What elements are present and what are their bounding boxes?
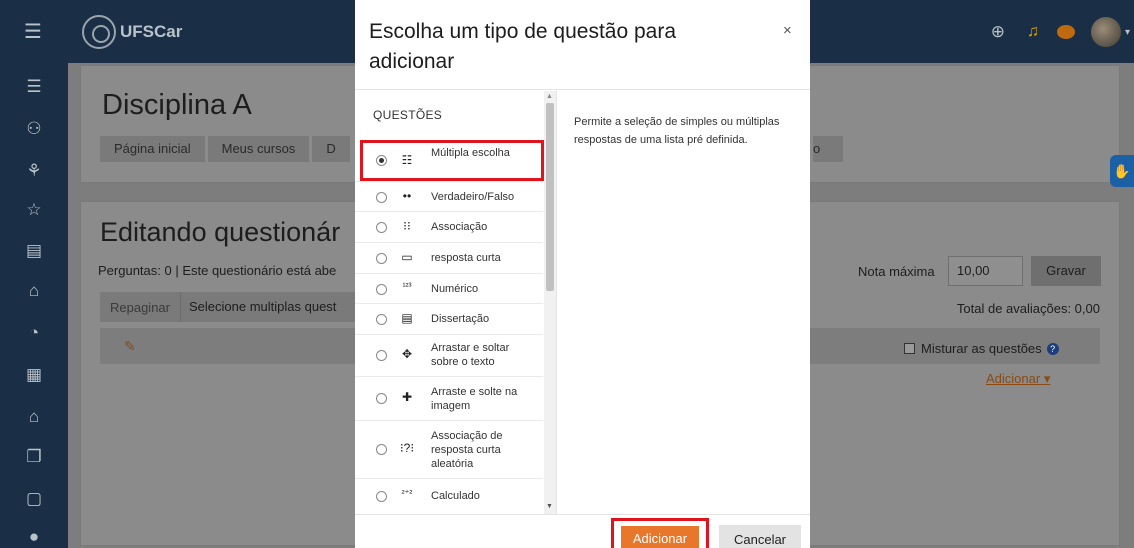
accessibility-icon[interactable]: ●	[0, 527, 68, 547]
max-grade-input[interactable]: 10,00	[948, 256, 1023, 286]
scrollbar-thumb[interactable]	[546, 103, 554, 291]
total-grade: Total de avaliações: 0,00	[956, 301, 1100, 316]
dots-icon: ••	[402, 189, 412, 203]
scroll-up-icon[interactable]: ▲	[546, 93, 553, 100]
calendar-icon[interactable]: ▦	[0, 365, 68, 385]
list-item[interactable]: ✚ Arraste e solte na imagem	[355, 376, 543, 420]
breadcrumb: Página inicial Meus cursos D	[100, 136, 353, 162]
ufscar-logo-icon	[82, 15, 116, 49]
shuffle-option: Misturar as questões ?	[904, 341, 1059, 356]
users-icon[interactable]: ⚇	[0, 119, 68, 139]
clipboard-icon[interactable]: ▢	[0, 489, 68, 509]
files-icon[interactable]: ❐	[0, 447, 68, 467]
short-answer-icon: ▭	[401, 250, 413, 264]
list-item[interactable]: ⁝?⁝ Associação de resposta curta aleatór…	[355, 420, 543, 478]
quiz-summary: Perguntas: 0 | Este questionário está ab…	[98, 263, 337, 278]
repaginate-button[interactable]: Repaginar	[100, 300, 180, 315]
question-type-list: QUESTÕES ☷ Múltipla escolha •• Verdadeir…	[355, 91, 557, 514]
radio-true-false[interactable]	[376, 192, 387, 203]
breadcrumb-item[interactable]: o	[813, 136, 843, 162]
essay-icon: ▤	[401, 311, 413, 325]
course-title: Disciplina A	[102, 89, 252, 121]
question-type-label: Verdadeiro/Falso	[431, 191, 515, 203]
question-type-modal: Escolha um tipo de questão para adiciona…	[355, 0, 810, 548]
radio-drag-drop-text[interactable]	[376, 350, 387, 361]
list-item[interactable]: ▭ resposta curta	[355, 242, 543, 273]
radio-calculated[interactable]	[376, 491, 387, 502]
brand-name: UFSCar	[120, 22, 183, 41]
badge-icon[interactable]: ⚘	[0, 161, 68, 181]
navbar-actions: ⊕ ♫ ▾	[991, 14, 1134, 50]
list-item[interactable]: ✥ Arrastar e soltar sobre o texto	[355, 334, 543, 376]
radio-random-short-answer[interactable]	[376, 444, 387, 455]
question-type-label: Arraste e solte na imagem	[431, 386, 518, 412]
close-icon[interactable]: ×	[783, 22, 792, 39]
modal-header: Escolha um tipo de questão para adiciona…	[355, 0, 810, 90]
star-icon[interactable]: ☆	[0, 200, 68, 220]
question-type-label: resposta curta	[431, 252, 501, 264]
hamburger-icon[interactable]: ☰	[24, 22, 42, 42]
left-sidebar: ☰ ⚇ ⚘ ☆ ▤ ⌂ ◔ ▦ ⌂ ❐ ▢ ●	[0, 63, 68, 548]
select-multiple-button[interactable]: Selecione multiplas quest	[180, 292, 336, 322]
move-icon: ✥	[401, 347, 413, 361]
question-type-label: Numérico	[431, 283, 479, 295]
max-grade-label: Nota máxima	[858, 264, 935, 279]
dashboard-icon[interactable]: ◔	[0, 323, 68, 343]
bell-icon[interactable]: ♫	[1027, 23, 1039, 41]
scroll-down-icon[interactable]: ▼	[546, 503, 553, 510]
add-button[interactable]: Adicionar	[621, 526, 699, 548]
chat-icon[interactable]	[1056, 25, 1075, 39]
save-button[interactable]: Gravar	[1031, 256, 1101, 286]
breadcrumb-item[interactable]: Meus cursos	[207, 136, 310, 162]
breadcrumb-item[interactable]: D	[312, 136, 350, 162]
shuffle-checkbox[interactable]	[904, 343, 915, 354]
calculated-icon: ²⁺²	[401, 488, 413, 498]
graduation-icon[interactable]: ⌂	[0, 407, 68, 427]
globe-icon[interactable]: ⊕	[991, 22, 1005, 42]
avatar[interactable]	[1090, 17, 1121, 47]
list-item[interactable]: ▤ Dissertação	[355, 303, 543, 334]
help-icon[interactable]: ?	[1046, 342, 1059, 355]
radio-essay[interactable]	[376, 314, 387, 325]
list-item[interactable]: ⁝⁝ Associação	[355, 211, 543, 242]
home-icon[interactable]: ⌂	[0, 281, 68, 301]
plus-icon: ✚	[401, 390, 413, 404]
book-icon[interactable]: ▤	[0, 241, 68, 261]
add-dropdown-link[interactable]: Adicionar ▾	[986, 371, 1050, 387]
radio-drag-drop-image[interactable]	[376, 393, 387, 404]
question-type-description: Permite a seleção de simples ou múltipla…	[574, 116, 780, 146]
section-header: QUESTÕES	[373, 108, 443, 122]
pencil-icon[interactable]: ✎	[124, 338, 136, 355]
modal-title: Escolha um tipo de questão para adiciona…	[369, 20, 677, 73]
radio-short-answer[interactable]	[376, 253, 387, 264]
matching-icon: ⁝⁝	[403, 219, 411, 233]
radio-matching[interactable]	[376, 222, 387, 233]
random-match-icon: ⁝?⁝	[399, 441, 415, 455]
add-link-label: Adicionar	[986, 371, 1041, 386]
question-type-label: Associação	[431, 221, 488, 233]
question-type-label: Associação de resposta curta aleatória	[431, 430, 503, 470]
list-item[interactable]: •• Verdadeiro/Falso	[355, 181, 543, 211]
add-button-highlight: Adicionar	[611, 518, 709, 548]
radio-numerical[interactable]	[376, 284, 387, 295]
question-type-label: Dissertação	[431, 313, 490, 325]
chevron-down-icon: ▾	[1043, 371, 1051, 386]
site-logo[interactable]: UFSCar	[82, 8, 202, 56]
list-item[interactable]: ¹²³ Numérico	[355, 273, 543, 303]
list-icon[interactable]: ☰	[0, 77, 68, 97]
shuffle-label: Misturar as questões	[921, 341, 1042, 356]
quiz-toolbar: Repaginar Selecione multiplas quest	[100, 292, 355, 322]
chevron-down-icon[interactable]: ▾	[1125, 27, 1130, 38]
selection-highlight	[360, 140, 544, 181]
accessibility-widget-icon[interactable]: ✋	[1110, 155, 1134, 187]
breadcrumb-item[interactable]: Página inicial	[100, 136, 205, 162]
page-title: Editando questionár	[100, 217, 341, 247]
modal-footer: Adicionar Cancelar	[355, 514, 810, 548]
numerical-icon: ¹²³	[402, 281, 412, 291]
question-type-label: Arrastar e soltar sobre o texto	[431, 342, 510, 368]
cancel-button[interactable]: Cancelar	[719, 525, 801, 548]
question-type-label: Calculado	[431, 490, 480, 502]
list-item[interactable]: ²⁺² Calculado	[355, 478, 543, 514]
